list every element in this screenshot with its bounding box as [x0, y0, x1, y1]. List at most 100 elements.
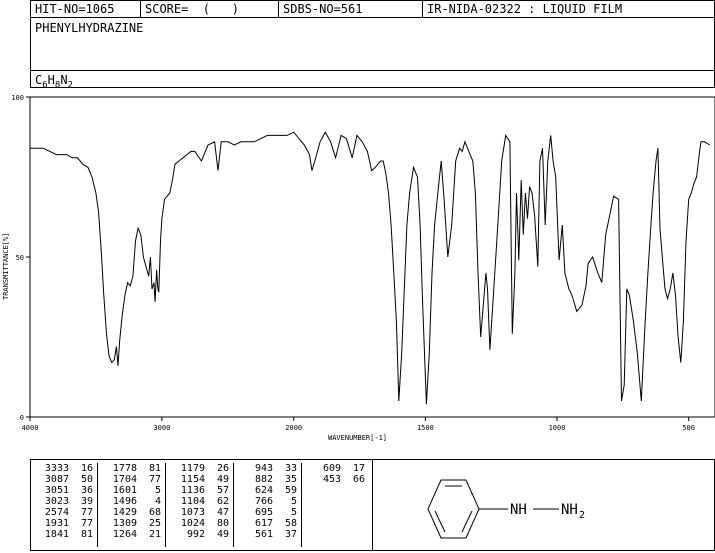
- peak-wavenumber: 992: [186, 529, 205, 540]
- peak-transmittance: 49: [216, 474, 229, 485]
- peak-wavenumber: 1704: [112, 474, 137, 485]
- peak-transmittance: 81: [148, 463, 161, 474]
- y-tick-label: 50: [16, 254, 24, 262]
- peak-transmittance: 49: [216, 529, 229, 540]
- peak-wavenumber: 1024: [180, 518, 205, 529]
- peak-wavenumber: 1073: [180, 507, 205, 518]
- peak-wavenumber: 624: [254, 485, 273, 496]
- peak-transmittance: 21: [148, 529, 161, 540]
- benzene-ring: [427, 479, 480, 539]
- peak-row: 1136 57: [171, 485, 229, 496]
- peak-row: 992 49: [171, 529, 229, 540]
- peak-wavenumber: 1264: [112, 529, 137, 540]
- peak-table: 3333 16 3087 50 3051 36 3023 39 2574 77 1931 77 1841…: [30, 459, 373, 551]
- y-tick-label: 0: [20, 414, 24, 422]
- peak-row: 1179 26: [171, 463, 229, 474]
- peak-transmittance: 5: [290, 496, 297, 507]
- peak-row: 3023 39: [35, 496, 93, 507]
- peak-transmittance: 4: [154, 496, 161, 507]
- peak-wavenumber: 695: [254, 507, 273, 518]
- phenylhydrazine-structure: NH NH 2: [427, 479, 585, 539]
- peak-row: 882 35: [239, 474, 297, 485]
- peak-wavenumber: 1429: [112, 507, 137, 518]
- peak-transmittance: 80: [216, 518, 229, 529]
- peak-wavenumber: 1601: [112, 485, 137, 496]
- nh2-subscript: 2: [579, 510, 585, 521]
- peak-transmittance: 50: [80, 474, 93, 485]
- peak-row: 1601 5: [103, 485, 161, 496]
- peak-row: 609 17: [307, 463, 365, 474]
- peak-wavenumber: 766: [254, 496, 273, 507]
- peak-transmittance: 66: [352, 474, 365, 485]
- peak-row: 1024 80: [171, 518, 229, 529]
- peak-wavenumber: 609: [322, 463, 341, 474]
- peak-row: 766 5: [239, 496, 297, 507]
- peak-wavenumber: 3333: [44, 463, 69, 474]
- peak-transmittance: 81: [80, 529, 93, 540]
- peak-row: 695 5: [239, 507, 297, 518]
- peak-row: 1704 77: [103, 474, 161, 485]
- x-axis-label: WAVENUMBER[-1]: [328, 434, 387, 442]
- peak-wavenumber: 1104: [180, 496, 205, 507]
- peak-transmittance: 68: [148, 507, 161, 518]
- peak-transmittance: 5: [154, 485, 161, 496]
- x-tick-label: 4000: [22, 424, 39, 432]
- y-axis-label: TRANSMITTANCE[%]: [2, 233, 10, 300]
- peak-column: 1179 26 1154 49 1136 57 1104 62 1073 47 1024 80 992 4…: [171, 463, 234, 547]
- spectrum-trace: [30, 131, 710, 405]
- x-tick-label: 2000: [285, 424, 302, 432]
- peak-transmittance: 39: [80, 496, 93, 507]
- peak-transmittance: 77: [80, 507, 93, 518]
- peak-row: 3051 36: [35, 485, 93, 496]
- peak-transmittance: 77: [80, 518, 93, 529]
- peak-row: 561 37: [239, 529, 297, 540]
- peak-wavenumber: 1179: [180, 463, 205, 474]
- x-tick-label: 1000: [549, 424, 566, 432]
- peak-wavenumber: 1778: [112, 463, 137, 474]
- peak-column: 943 33 882 35 624 59 766 5 695 5 617 58 561 37: [239, 463, 302, 547]
- peak-row: 1429 68: [103, 507, 161, 518]
- x-tick-label: 3000: [153, 424, 170, 432]
- peak-row: 1309 25: [103, 518, 161, 529]
- peak-wavenumber: 1931: [44, 518, 69, 529]
- peak-transmittance: 57: [216, 485, 229, 496]
- peak-transmittance: 33: [284, 463, 297, 474]
- peak-wavenumber: 3051: [44, 485, 69, 496]
- ir-spectrum-chart: 0 50 100 4000 3000 2000 1500 1000 500 TRANSMITT…: [2, 94, 715, 442]
- y-tick-label: 100: [11, 94, 24, 102]
- peak-wavenumber: 617: [254, 518, 273, 529]
- peak-wavenumber: 1496: [112, 496, 137, 507]
- plot-frame: [29, 96, 715, 418]
- peak-row: 453 66: [307, 474, 365, 485]
- peak-transmittance: 16: [80, 463, 93, 474]
- peak-transmittance: 47: [216, 507, 229, 518]
- peak-wavenumber: 3023: [44, 496, 69, 507]
- peak-column: 609 17 453 66: [307, 463, 365, 485]
- peak-row: 3333 16: [35, 463, 93, 474]
- peak-row: 1931 77: [35, 518, 93, 529]
- peak-wavenumber: 1841: [44, 529, 69, 540]
- peak-transmittance: 5: [290, 507, 297, 518]
- peak-row: 1154 49: [171, 474, 229, 485]
- peak-transmittance: 58: [284, 518, 297, 529]
- peak-row: 1104 62: [171, 496, 229, 507]
- peak-row: 1264 21: [103, 529, 161, 540]
- peak-row: 624 59: [239, 485, 297, 496]
- peak-row: 2574 77: [35, 507, 93, 518]
- peak-row: 1496 4: [103, 496, 161, 507]
- peak-transmittance: 17: [352, 463, 365, 474]
- peak-row: 617 58: [239, 518, 297, 529]
- peak-row: 1778 81: [103, 463, 161, 474]
- peak-wavenumber: 882: [254, 474, 273, 485]
- peak-transmittance: 59: [284, 485, 297, 496]
- peak-row: 1073 47: [171, 507, 229, 518]
- peak-row: 1841 81: [35, 529, 93, 540]
- peak-column: 1778 81 1704 77 1601 5 1496 4 1429 68 1309 25 1264 21: [103, 463, 166, 547]
- peak-wavenumber: 3087: [44, 474, 69, 485]
- peak-transmittance: 25: [148, 518, 161, 529]
- peak-transmittance: 36: [80, 485, 93, 496]
- peak-wavenumber: 2574: [44, 507, 69, 518]
- nh-label: NH: [510, 502, 527, 518]
- peak-wavenumber: 943: [254, 463, 273, 474]
- peak-transmittance: 77: [148, 474, 161, 485]
